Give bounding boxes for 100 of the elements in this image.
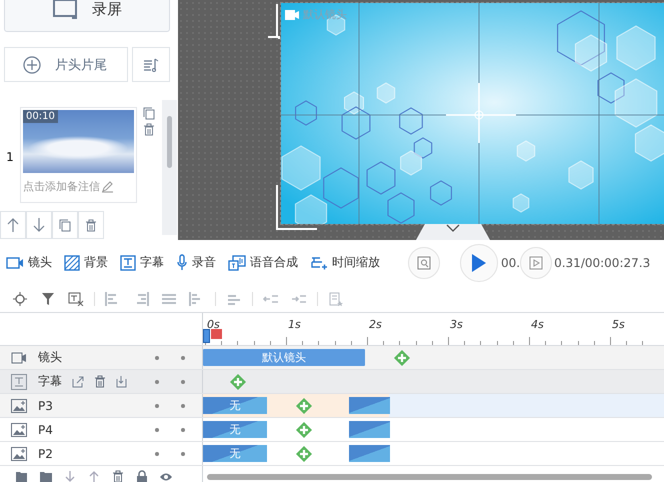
export-icon[interactable] [72, 375, 84, 388]
scrollbar[interactable] [162, 100, 177, 235]
dot-icon[interactable] [155, 356, 159, 360]
time-display: 00. [501, 256, 520, 270]
play-button[interactable] [460, 244, 498, 282]
playhead-marker[interactable] [211, 329, 222, 339]
track-row[interactable]: 字幕 [0, 370, 664, 394]
intro-outro-button[interactable]: 片头片尾 [4, 47, 128, 82]
trash-icon[interactable] [85, 218, 97, 232]
transition-clip[interactable] [349, 397, 390, 414]
scrollbar[interactable] [207, 474, 652, 480]
time-tick-label: 0s [207, 318, 220, 331]
move-up-button[interactable] [0, 211, 26, 239]
microphone-icon [176, 254, 188, 271]
locate-icon[interactable] [12, 292, 28, 306]
up-arrow-icon[interactable] [7, 217, 19, 233]
add-keyframe-icon[interactable] [295, 396, 313, 414]
duration-badge: 00:10 [23, 110, 58, 123]
camera-label: 默认镜头 [303, 7, 347, 22]
filter-icon[interactable] [40, 292, 56, 306]
dot-icon[interactable] [181, 452, 185, 456]
dot-icon[interactable] [181, 428, 185, 432]
track-name: P2 [38, 446, 53, 460]
copy-button[interactable] [52, 211, 78, 239]
track-name: 字幕 [38, 373, 62, 390]
speech-box-icon [228, 254, 246, 270]
trash-icon[interactable] [112, 470, 124, 482]
track-row[interactable]: 镜头 默认镜头 [0, 346, 664, 370]
time-scale-icon [310, 254, 328, 270]
toolbar-button[interactable]: 语音合成 [228, 254, 298, 271]
delete-button[interactable] [78, 211, 104, 239]
dot-icon[interactable] [155, 452, 159, 456]
image-search-icon [417, 256, 431, 270]
time-tick-label: 5s [612, 318, 625, 331]
next-frame-button[interactable] [520, 246, 552, 278]
music-button[interactable] [132, 47, 170, 82]
copy-icon[interactable] [143, 107, 155, 120]
frame-corner-drawing [268, 4, 278, 38]
track-name: P4 [38, 422, 53, 436]
folder-icon[interactable] [40, 470, 52, 482]
down-arrow-icon[interactable] [33, 217, 45, 233]
image-icon [11, 446, 27, 460]
dot-icon[interactable] [181, 380, 185, 384]
playhead[interactable] [203, 329, 210, 343]
music-list-icon [143, 56, 159, 72]
add-keyframe-icon[interactable] [295, 444, 313, 462]
add-keyframe-icon[interactable] [393, 348, 411, 366]
play-frame-icon [529, 256, 544, 270]
collapse-tab[interactable] [416, 224, 490, 240]
text-box-icon [11, 374, 27, 390]
toolbar-button[interactable]: 镜头 [6, 254, 52, 271]
dot-icon[interactable] [181, 356, 185, 360]
text-box-icon [120, 254, 136, 270]
copy-icon[interactable] [59, 218, 71, 232]
import-icon[interactable] [116, 375, 128, 388]
lock-icon[interactable] [136, 470, 148, 482]
plus-circle-icon [23, 56, 41, 74]
dot-icon[interactable] [181, 404, 185, 408]
add-keyframe-icon[interactable] [229, 372, 247, 390]
transition-clip[interactable] [349, 421, 390, 438]
image-icon [11, 422, 27, 436]
dot-icon[interactable] [155, 404, 159, 408]
track-row[interactable]: P2 无 [0, 442, 664, 466]
dot-icon[interactable] [155, 428, 159, 432]
down-arrow-icon[interactable] [64, 470, 76, 482]
track-name: 镜头 [38, 349, 62, 366]
image-icon [11, 398, 27, 412]
add-folder-icon[interactable] [16, 470, 28, 482]
dot-icon[interactable] [155, 380, 159, 384]
camera-icon [6, 256, 24, 270]
trash-icon[interactable] [143, 123, 155, 136]
toolbar-button[interactable]: 背景 [64, 254, 108, 271]
camera-icon [11, 352, 27, 364]
scene-number: 1 [5, 149, 15, 166]
toolbar-button[interactable]: 录音 [176, 254, 216, 271]
list-star-icon[interactable] [328, 292, 344, 306]
distribute-icon[interactable] [161, 292, 177, 306]
time-display: 0.31/00:00:27.3 [554, 256, 650, 270]
clear-text-icon[interactable] [68, 292, 84, 306]
camera-icon [285, 10, 299, 20]
play-icon [471, 252, 487, 272]
record-screen-button[interactable]: 录屏 [4, 0, 170, 32]
trash-icon[interactable] [94, 375, 106, 388]
up-arrow-icon[interactable] [88, 470, 100, 482]
move-down-button[interactable] [26, 211, 52, 239]
track-row[interactable]: P4 无 [0, 418, 664, 442]
toolbar-button[interactable]: 时间缩放 [310, 254, 380, 271]
snapshot-button[interactable] [408, 246, 440, 278]
time-tick-label: 2s [369, 318, 382, 331]
pencil-icon[interactable] [101, 180, 114, 193]
chevron-down-icon [446, 224, 460, 232]
toolbar-button[interactable]: 字幕 [120, 254, 164, 271]
time-tick-label: 3s [450, 318, 463, 331]
hatched-square-icon [64, 254, 80, 270]
time-tick-label: 1s [288, 318, 301, 331]
track-name: P3 [38, 398, 53, 412]
scene-card[interactable]: 00:10 点击添加备注信 [20, 107, 137, 203]
transition-clip[interactable] [349, 445, 390, 462]
time-tick-label: 4s [531, 318, 544, 331]
add-keyframe-icon[interactable] [295, 420, 313, 438]
